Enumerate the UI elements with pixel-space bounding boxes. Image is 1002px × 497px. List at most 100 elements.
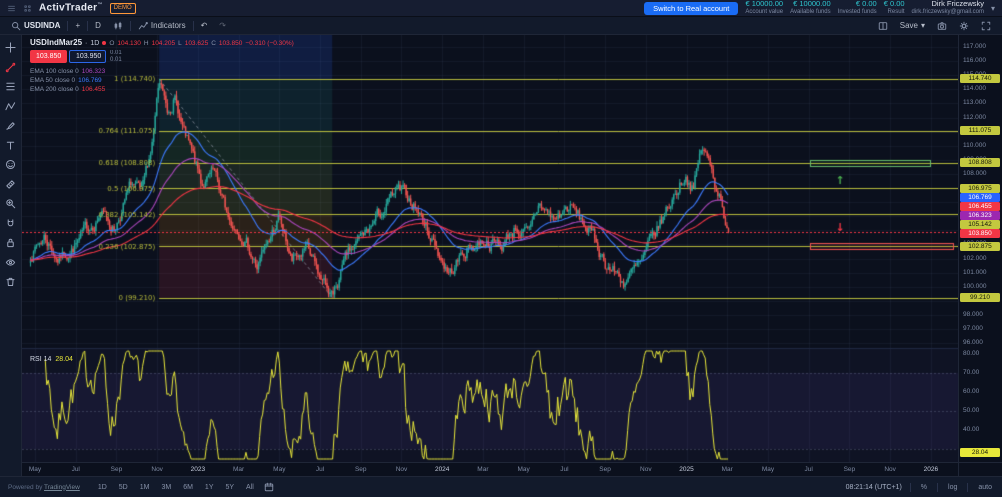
interval-button[interactable]: D (90, 17, 106, 35)
chart-pane: USDIndMar25 · 1D O104.130 H104.205 L103.… (22, 35, 958, 462)
chart-legend: USDIndMar25 · 1D O104.130 H104.205 L103.… (30, 38, 294, 48)
range-3m-button[interactable]: 3M (157, 483, 175, 492)
user-menu-chevron-icon[interactable]: ▾ (991, 4, 995, 13)
fibonacci-icon (5, 81, 16, 92)
ema-100-value: 106.323 (82, 68, 106, 75)
app-logo: ActivTrader™ (39, 2, 103, 13)
axis-tick: 110.000 (963, 142, 986, 149)
invested-funds-label: Invested funds (838, 9, 877, 16)
user-name: Dirk Friczewsky (931, 0, 984, 9)
fullscreen-button[interactable] (976, 17, 996, 35)
user-account-menu[interactable]: Dirk Friczewsky dirk.friczewsky@gmail.co… (912, 0, 984, 16)
price-chart-canvas[interactable] (22, 35, 958, 462)
apps-grid-icon[interactable] (23, 4, 32, 13)
tool-magnet[interactable] (3, 217, 19, 230)
add-symbol-button[interactable]: + (70, 17, 85, 35)
range-1m-button[interactable]: 1M (136, 483, 154, 492)
ema-200-label: EMA 200 close 0 (30, 86, 79, 93)
axis-tick: 97.000 (963, 325, 983, 332)
tool-pattern[interactable] (3, 100, 19, 113)
lock-icon (5, 237, 16, 248)
tool-zoom[interactable] (3, 197, 19, 210)
tool-hide-drawings[interactable] (3, 256, 19, 269)
price-tag: 105.142 (960, 220, 1000, 229)
range-5y-button[interactable]: 5Y (221, 483, 238, 492)
tool-measure[interactable] (3, 178, 19, 191)
range-6m-button[interactable]: 6M (179, 483, 197, 492)
change-value: −0.310 (−0.30%) (245, 40, 293, 47)
price-axis[interactable]: 117.000116.000115.000114.000113.000112.0… (958, 35, 1002, 462)
tool-fibonacci[interactable] (3, 80, 19, 93)
chart-type-button[interactable] (108, 17, 128, 35)
time-axis-label: Jul (560, 466, 568, 473)
tool-text[interactable] (3, 139, 19, 152)
ema-200-row[interactable]: EMA 200 close 0 106.455 (30, 85, 105, 94)
price-tag: 106.455 (960, 202, 1000, 211)
auto-scale-button[interactable]: auto (976, 484, 994, 491)
indicators-button[interactable]: Indicators (133, 17, 191, 35)
time-axis-label: Nov (151, 466, 163, 473)
account-value: € 10000.00 (746, 0, 784, 9)
quantity-bottom: 0.01 (110, 57, 122, 64)
save-layout-button[interactable]: Save ▾ (895, 17, 930, 35)
top-header: ActivTrader™ DEMO Switch to Real account… (0, 0, 1002, 17)
time-axis[interactable]: MayJulSepNov2023MarMayJulSepNov2024MarMa… (22, 462, 958, 477)
magnet-icon (5, 218, 16, 229)
emoji-icon (5, 159, 16, 170)
time-axis-label: May (762, 466, 774, 473)
tool-brush[interactable] (3, 119, 19, 132)
axis-tick: 98.000 (963, 311, 983, 318)
tool-emoji[interactable] (3, 158, 19, 171)
result-stat: € 0.00 Result (884, 0, 905, 16)
redo-button[interactable]: ↷ (214, 17, 231, 35)
time-axis-label: Mar (233, 466, 244, 473)
range-1y-button[interactable]: 1Y (201, 483, 218, 492)
ema-100-row[interactable]: EMA 100 close 0 106.323 (30, 67, 105, 76)
symbol-search-button[interactable]: USDINDA (6, 17, 65, 35)
range-1d-button[interactable]: 1D (94, 483, 111, 492)
tool-crosshair[interactable] (3, 41, 19, 54)
legend-symbol[interactable]: USDIndMar25 (30, 38, 82, 47)
market-closed-dot (102, 41, 106, 45)
sell-button[interactable]: 103.850 (30, 50, 67, 63)
market-clock[interactable]: 08:21:14 (UTC+1) (846, 484, 902, 491)
time-axis-label: May (29, 466, 41, 473)
trend-line-icon (5, 62, 16, 73)
time-axis-label: 2026 (924, 466, 938, 473)
tradingview-attribution: Powered by TradingView (8, 484, 80, 491)
axis-tick: 96.000 (963, 339, 983, 346)
percent-scale-button[interactable]: % (919, 484, 929, 491)
log-scale-button[interactable]: log (946, 484, 959, 491)
calendar-icon[interactable] (264, 482, 274, 492)
layout-button[interactable] (873, 17, 893, 35)
chart-settings-button[interactable] (954, 17, 974, 35)
ema-50-row[interactable]: EMA 50 close 0 106.769 (30, 76, 105, 85)
magnifier-icon (5, 198, 16, 209)
menu-icon[interactable] (7, 4, 16, 13)
undo-button[interactable]: ↶ (196, 17, 213, 35)
axis-tick: 102.000 (963, 255, 987, 262)
range-all-button[interactable]: All (242, 483, 258, 492)
drawing-tools-sidebar (0, 35, 22, 476)
tool-trend-line[interactable] (3, 61, 19, 74)
axis-tick: 117.000 (963, 43, 986, 50)
switch-to-real-account-button[interactable]: Switch to Real account (644, 2, 738, 15)
price-tag: 114.740 (960, 74, 1000, 83)
range-5d-button[interactable]: 5D (115, 483, 132, 492)
low-label: L (178, 40, 182, 47)
axis-tick: 116.000 (963, 57, 986, 64)
tool-lock[interactable] (3, 236, 19, 249)
buy-button[interactable]: 103.950 (69, 50, 106, 63)
axis-tick: 114.000 (963, 85, 986, 92)
time-axis-label: May (273, 466, 285, 473)
time-axis-label: Jul (805, 466, 813, 473)
time-axis-label: Mar (477, 466, 488, 473)
screenshot-button[interactable] (932, 17, 952, 35)
tool-remove-drawings[interactable] (3, 275, 19, 288)
rsi-legend[interactable]: RSI 14 28.04 (30, 356, 73, 363)
brush-icon (5, 120, 16, 131)
indicators-icon (138, 21, 148, 31)
time-axis-label: Mar (722, 466, 733, 473)
tradingview-link[interactable]: TradingView (44, 484, 80, 491)
undo-icon: ↶ (201, 21, 208, 30)
